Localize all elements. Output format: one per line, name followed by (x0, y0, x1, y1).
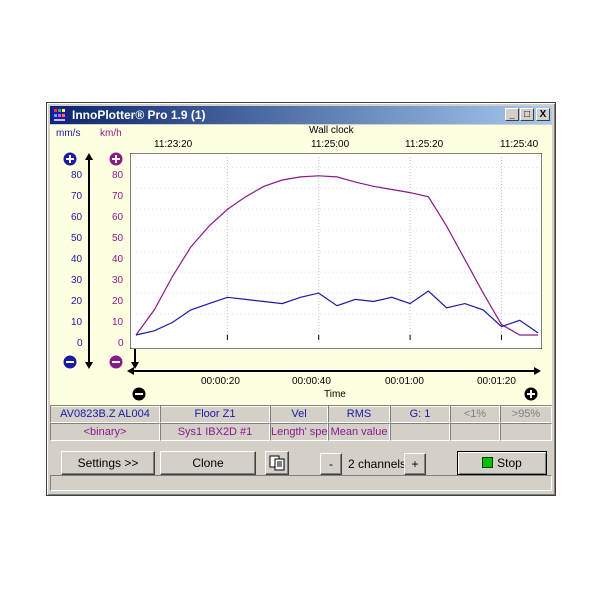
copy-button[interactable] (265, 451, 289, 475)
plot-area[interactable] (130, 153, 542, 349)
status-cell[interactable]: >95% (500, 405, 552, 423)
status-cell[interactable]: <1% (450, 405, 500, 423)
copy-icon (269, 455, 285, 471)
zoom-in-icon[interactable] (524, 387, 538, 401)
zoom-out-icon[interactable] (109, 355, 123, 369)
vertical-scroll-arrow[interactable] (85, 153, 93, 369)
bottom-axis-label: Time (324, 389, 346, 400)
zoom-out-icon[interactable] (63, 355, 77, 369)
status-cell[interactable]: <binary> (50, 423, 160, 441)
y-tick-label: 60 (112, 212, 124, 223)
stop-button[interactable]: Stop (457, 451, 547, 475)
status-cell[interactable]: Floor Z1 (160, 405, 270, 423)
status-cell[interactable]: G: 1 (390, 405, 450, 423)
y-tick-label: 50 (71, 233, 83, 244)
top-tick-label: 11:23:20 (154, 139, 193, 150)
title-bar[interactable]: InnoPlotter® Pro 1.9 (1) _ □ X (50, 106, 552, 124)
left-unit-kmh: km/h (100, 128, 122, 139)
zoom-out-icon[interactable] (132, 387, 146, 401)
top-tick-label: 11:25:20 (405, 139, 444, 150)
bottom-tick-label: 00:00:40 (292, 376, 331, 387)
maximize-button[interactable]: □ (520, 108, 534, 121)
bottom-tick-label: 00:00:20 (201, 376, 240, 387)
window-title: InnoPlotter® Pro 1.9 (1) (72, 108, 206, 122)
y-tick-label: 0 (118, 338, 124, 349)
status-row-1: AV0823B.Z AL004 Floor Z1 Vel RMS G: 1 <1… (50, 405, 552, 423)
y-tick-label: 80 (71, 170, 83, 181)
y-tick-label: 40 (71, 254, 83, 265)
stop-indicator-icon (482, 457, 494, 468)
status-cell[interactable]: Mean value (328, 423, 390, 441)
y-tick-label: 20 (112, 296, 124, 307)
remove-channel-button[interactable]: - (320, 453, 342, 475)
status-cell[interactable] (500, 423, 552, 441)
status-cell[interactable]: Length' spe (270, 423, 328, 441)
add-channel-button[interactable]: + (404, 453, 426, 475)
app-window: InnoPlotter® Pro 1.9 (1) _ □ X mm/s km/h… (46, 102, 556, 496)
status-row-2: <binary> Sys1 IBX2D #1 Length' spe Mean … (50, 423, 552, 441)
y-tick-label: 60 (71, 212, 83, 223)
top-tick-label: 11:25:00 (311, 139, 350, 150)
status-bar (50, 475, 552, 491)
minimize-button[interactable]: _ (505, 108, 519, 121)
app-icon (52, 107, 68, 123)
plot-panel: mm/s km/h Wall clock 11:23:20 11:25:00 1… (50, 125, 552, 407)
stop-button-label: Stop (497, 456, 522, 470)
horizontal-scroll-arrow[interactable] (127, 367, 541, 375)
close-button[interactable]: X (536, 108, 550, 121)
left-unit-mms: mm/s (56, 128, 81, 139)
y-tick-label: 80 (112, 170, 124, 181)
y-tick-label: 40 (112, 254, 124, 265)
clone-button[interactable]: Clone (160, 451, 256, 475)
y-tick-label: 10 (112, 317, 124, 328)
y-tick-label: 70 (71, 191, 83, 202)
top-tick-label: 11:25:40 (500, 139, 539, 150)
zoom-in-icon[interactable] (109, 152, 123, 166)
top-axis-label: Wall clock (309, 125, 354, 136)
zoom-in-icon[interactable] (63, 152, 77, 166)
status-cell[interactable]: AV0823B.Z AL004 (50, 405, 160, 423)
y-tick-label: 50 (112, 233, 124, 244)
status-cell[interactable] (450, 423, 500, 441)
y-tick-label: 30 (71, 275, 83, 286)
y-tick-label: 70 (112, 191, 124, 202)
channel-count: 2 channels (348, 457, 407, 471)
y-tick-label: 20 (71, 296, 83, 307)
status-cell[interactable]: RMS (328, 405, 390, 423)
status-cell[interactable]: Sys1 IBX2D #1 (160, 423, 270, 441)
y-tick-label: 0 (77, 338, 83, 349)
settings-button[interactable]: Settings >> (61, 451, 155, 475)
bottom-tick-label: 00:01:20 (477, 376, 516, 387)
status-cell[interactable] (390, 423, 450, 441)
y-tick-label: 10 (71, 317, 83, 328)
y-tick-label: 30 (112, 275, 124, 286)
bottom-tick-label: 00:01:00 (385, 376, 424, 387)
status-cell[interactable]: Vel (270, 405, 328, 423)
